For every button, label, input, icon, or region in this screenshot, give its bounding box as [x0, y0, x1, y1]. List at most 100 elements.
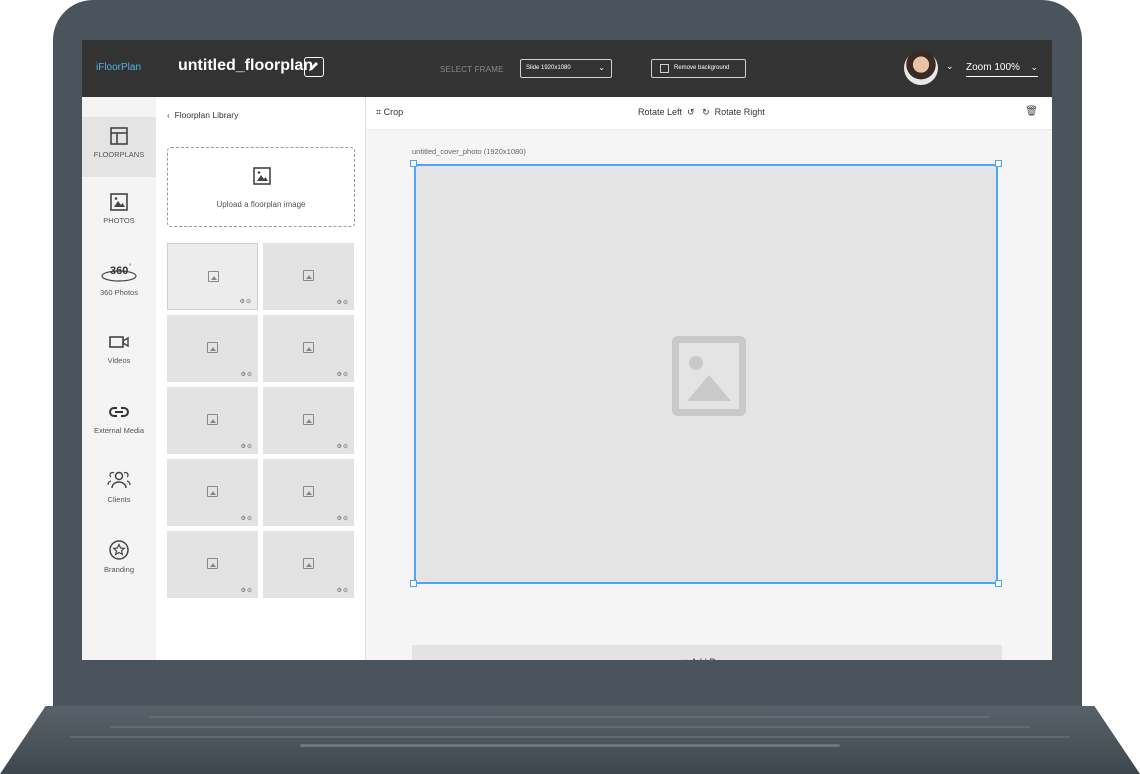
upload-floorplan-dropzone[interactable]: Upload a floorplan image [167, 147, 355, 227]
rotate-left-label: Rotate Left [638, 107, 683, 117]
image-placeholder-icon [207, 486, 218, 497]
image-placeholder-icon [207, 558, 218, 569]
library-title: Floorplan Library [174, 110, 239, 120]
image-placeholder-icon [303, 414, 314, 425]
add-page-button[interactable]: + Add Page [412, 645, 1002, 660]
sidebar: FLOORPLANS PHOTOS 360 ° 360 Photos Video [82, 97, 156, 660]
mountain-shape [687, 375, 731, 401]
crop-label: Crop [383, 107, 404, 117]
sidebar-item-label: Clients [107, 495, 131, 504]
select-frame-label: SELECT FRAME [440, 65, 504, 74]
image-toolbar: ⌗ Crop Rotate Left ↺ ↻ Rotate Right 🗑 [366, 97, 1052, 130]
image-icon [110, 193, 128, 211]
frame-caption: untitled_cover_photo (1920x1080) [412, 147, 526, 156]
image-placeholder-icon [208, 271, 219, 282]
floorplan-thumbnail[interactable]: ⚙⊝ [263, 243, 354, 310]
star-badge-icon [109, 540, 129, 560]
sidebar-item-branding[interactable]: Branding [82, 539, 156, 599]
thumbnail-actions-icon[interactable]: ⚙⊝ [240, 298, 252, 305]
thumbnail-actions-icon[interactable]: ⚙⊝ [337, 443, 349, 450]
image-placeholder-icon [672, 336, 746, 416]
image-icon [660, 64, 669, 73]
image-placeholder-icon [303, 558, 314, 569]
keyboard-row [110, 726, 1030, 728]
sidebar-item-label: Branding [103, 565, 135, 574]
image-icon [253, 167, 271, 185]
top-bar: iFloorPlan untitled_floorplan SELECT FRA… [82, 40, 1052, 97]
users-icon [107, 471, 131, 489]
floorplan-thumbnail[interactable]: ⚙⊝ [167, 315, 258, 382]
resize-handle[interactable] [410, 160, 417, 167]
image-placeholder-icon [303, 342, 314, 353]
rotate-right-icon: ↻ [702, 107, 710, 117]
rotate-left-icon: ↺ [687, 107, 695, 117]
crop-button[interactable]: ⌗ Crop [376, 107, 403, 118]
library-back-link[interactable]: ‹ Floorplan Library [167, 110, 238, 120]
link-icon [109, 407, 129, 417]
floorplan-thumbnail[interactable]: ⚙⊝ [263, 387, 354, 454]
image-placeholder-icon [207, 414, 218, 425]
rotate-controls: Rotate Left ↺ ↻ Rotate Right [638, 107, 765, 118]
thumbnail-actions-icon[interactable]: ⚙⊝ [241, 443, 253, 450]
thumbnail-actions-icon[interactable]: ⚙⊝ [241, 515, 253, 522]
trackpad [300, 744, 840, 747]
chevron-down-icon: ⌄ [598, 63, 605, 72]
thumbnail-actions-icon[interactable]: ⚙⊝ [337, 371, 349, 378]
pencil-icon [309, 62, 318, 71]
chevron-down-icon: ⌄ [1030, 62, 1038, 72]
floorplan-thumbnail[interactable]: ⚙⊝ [263, 459, 354, 526]
zoom-select[interactable]: Zoom 100% ⌄ [966, 62, 1038, 77]
brand-logo[interactable]: iFloorPlan [96, 62, 141, 73]
sidebar-item-label: PHOTOS [103, 216, 135, 225]
sidebar-item-floorplans[interactable]: FLOORPLANS [82, 117, 156, 177]
sidebar-item-360-photos[interactable]: 360 ° 360 Photos [82, 262, 156, 322]
sidebar-item-label: FLOORPLANS [93, 150, 145, 159]
frame-select-value: Slide 1920x1080 [526, 65, 571, 71]
sidebar-item-clients[interactable]: Clients [82, 469, 156, 529]
rotate-right-button[interactable]: ↻ Rotate Right [702, 107, 765, 117]
canvas-area: ⌗ Crop Rotate Left ↺ ↻ Rotate Right 🗑 un… [366, 97, 1052, 660]
floorplan-thumbnail[interactable]: ⚙⊝ [167, 387, 258, 454]
user-avatar[interactable] [904, 51, 938, 85]
floorplan-library-panel: ‹ Floorplan Library Upload a floorplan i… [156, 97, 366, 660]
resize-handle[interactable] [995, 580, 1002, 587]
image-placeholder-icon [303, 486, 314, 497]
zoom-label: Zoom 100% [966, 62, 1020, 73]
upload-label: Upload a floorplan image [216, 200, 306, 209]
thumbnail-actions-icon[interactable]: ⚙⊝ [241, 371, 253, 378]
floorplan-thumbnail[interactable]: ⚙⊝ [167, 531, 258, 598]
floorplan-thumbnail[interactable]: ⚙⊝ [263, 315, 354, 382]
thumbnail-actions-icon[interactable]: ⚙⊝ [337, 515, 349, 522]
resize-handle[interactable] [410, 580, 417, 587]
crop-icon: ⌗ [376, 107, 384, 117]
image-placeholder-icon [303, 270, 314, 281]
rotate-right-label: Rotate Right [714, 107, 765, 117]
sidebar-item-videos[interactable]: Videos [82, 332, 156, 392]
sun-shape [689, 356, 703, 370]
thumbnail-actions-icon[interactable]: ⚙⊝ [241, 587, 253, 594]
trash-icon[interactable]: 🗑 [1025, 106, 1038, 117]
sidebar-item-external-media[interactable]: External Media [82, 402, 156, 462]
360-icon: 360 ° [101, 264, 137, 282]
sidebar-item-photos[interactable]: PHOTOS [82, 192, 156, 252]
svg-text:°: ° [129, 264, 132, 270]
document-title[interactable]: untitled_floorplan [178, 57, 313, 75]
remove-background-button[interactable]: Remove background [651, 59, 746, 78]
chevron-down-icon[interactable]: ⌄ [946, 61, 954, 72]
sidebar-item-label: 360 Photos [100, 288, 138, 297]
rotate-left-button[interactable]: Rotate Left ↺ [638, 107, 695, 117]
keyboard-row [70, 736, 1070, 738]
thumbnail-actions-icon[interactable]: ⚙⊝ [337, 587, 349, 594]
cover-photo-frame[interactable] [414, 164, 998, 584]
keyboard-row [150, 716, 990, 718]
layout-icon [110, 127, 128, 145]
chevron-left-icon: ‹ [167, 110, 175, 120]
floorplan-thumbnail[interactable]: ⚙⊝ [263, 531, 354, 598]
app-screen: iFloorPlan untitled_floorplan SELECT FRA… [82, 40, 1052, 660]
edit-title-button[interactable] [304, 57, 324, 77]
frame-select[interactable]: Slide 1920x1080 ⌄ [520, 59, 612, 78]
thumbnail-actions-icon[interactable]: ⚙⊝ [337, 299, 349, 306]
floorplan-thumbnail[interactable]: ⚙⊝ [167, 243, 258, 310]
resize-handle[interactable] [995, 160, 1002, 167]
floorplan-thumbnail[interactable]: ⚙⊝ [167, 459, 258, 526]
